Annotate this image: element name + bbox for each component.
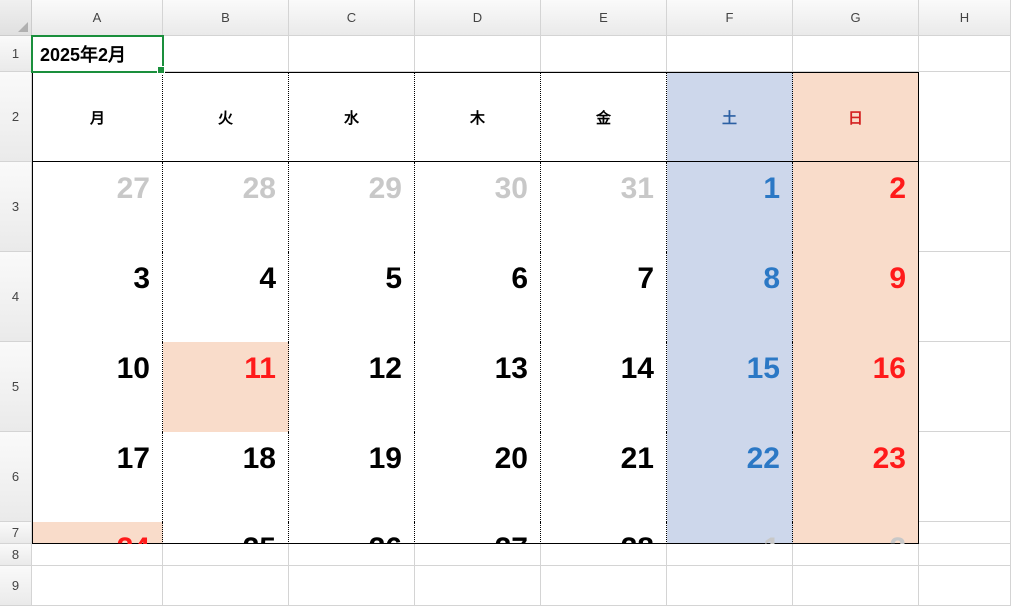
day-w1-sat[interactable]: 1 [667, 162, 793, 252]
cell-G9[interactable] [793, 566, 919, 606]
dow-tue[interactable]: 火 [163, 72, 289, 162]
day-w5-sun[interactable]: 2 [793, 522, 919, 544]
day-w4-tue[interactable]: 18 [163, 432, 289, 522]
cell-D8[interactable] [415, 544, 541, 566]
cell-H6[interactable] [919, 432, 1011, 522]
day-w1-wed[interactable]: 29 [289, 162, 415, 252]
day-w4-sun[interactable]: 23 [793, 432, 919, 522]
row-header-5[interactable]: 5 [0, 342, 32, 432]
cell-H3[interactable] [919, 162, 1011, 252]
col-header-A[interactable]: A [32, 0, 163, 36]
day-w5-tue[interactable]: 25 [163, 522, 289, 544]
col-header-C[interactable]: C [289, 0, 415, 36]
cell-F8[interactable] [667, 544, 793, 566]
day-w2-fri[interactable]: 7 [541, 252, 667, 342]
day-w2-tue[interactable]: 4 [163, 252, 289, 342]
dow-wed[interactable]: 水 [289, 72, 415, 162]
cell-H1[interactable] [919, 36, 1011, 72]
row-header-2[interactable]: 2 [0, 72, 32, 162]
day-w3-tue[interactable]: 11 [163, 342, 289, 432]
cell-G8[interactable] [793, 544, 919, 566]
row-header-7[interactable]: 7 [0, 522, 32, 544]
row-header-1[interactable]: 1 [0, 36, 32, 72]
dow-mon[interactable]: 月 [32, 72, 163, 162]
cell-H5[interactable] [919, 342, 1011, 432]
day-w4-wed[interactable]: 19 [289, 432, 415, 522]
cell-D1[interactable] [415, 36, 541, 72]
cell-B9[interactable] [163, 566, 289, 606]
col-header-H[interactable]: H [919, 0, 1011, 36]
cell-H8[interactable] [919, 544, 1011, 566]
col-header-G[interactable]: G [793, 0, 919, 36]
cell-F9[interactable] [667, 566, 793, 606]
cell-A1[interactable]: 2025年2月 [32, 36, 163, 72]
cell-E1[interactable] [541, 36, 667, 72]
calendar-title: 2025年2月 [32, 36, 162, 71]
day-w2-mon[interactable]: 3 [32, 252, 163, 342]
row-header-4[interactable]: 4 [0, 252, 32, 342]
day-w2-sun[interactable]: 9 [793, 252, 919, 342]
cell-H9[interactable] [919, 566, 1011, 606]
col-header-B[interactable]: B [163, 0, 289, 36]
day-w1-thu[interactable]: 30 [415, 162, 541, 252]
day-w3-wed[interactable]: 12 [289, 342, 415, 432]
day-w3-sat[interactable]: 15 [667, 342, 793, 432]
day-w4-sat[interactable]: 22 [667, 432, 793, 522]
cell-G1[interactable] [793, 36, 919, 72]
day-w5-wed[interactable]: 26 [289, 522, 415, 544]
day-w4-mon[interactable]: 17 [32, 432, 163, 522]
day-w5-sat[interactable]: 1 [667, 522, 793, 544]
dow-fri[interactable]: 金 [541, 72, 667, 162]
day-w4-fri[interactable]: 21 [541, 432, 667, 522]
day-w1-mon[interactable]: 27 [32, 162, 163, 252]
day-w3-mon[interactable]: 10 [32, 342, 163, 432]
day-w3-thu[interactable]: 13 [415, 342, 541, 432]
cell-D9[interactable] [415, 566, 541, 606]
cell-C8[interactable] [289, 544, 415, 566]
dow-thu[interactable]: 木 [415, 72, 541, 162]
day-w1-sun[interactable]: 2 [793, 162, 919, 252]
cell-A8[interactable] [32, 544, 163, 566]
row-header-3[interactable]: 3 [0, 162, 32, 252]
day-w3-fri[interactable]: 14 [541, 342, 667, 432]
cell-B8[interactable] [163, 544, 289, 566]
cell-C1[interactable] [289, 36, 415, 72]
day-w1-fri[interactable]: 31 [541, 162, 667, 252]
cell-B1[interactable] [163, 36, 289, 72]
dow-sat[interactable]: 土 [667, 72, 793, 162]
cell-E8[interactable] [541, 544, 667, 566]
col-header-E[interactable]: E [541, 0, 667, 36]
cell-H4[interactable] [919, 252, 1011, 342]
day-w5-thu[interactable]: 27 [415, 522, 541, 544]
select-all-corner[interactable] [0, 0, 32, 36]
day-w1-tue[interactable]: 28 [163, 162, 289, 252]
day-w2-thu[interactable]: 6 [415, 252, 541, 342]
cell-C9[interactable] [289, 566, 415, 606]
day-w5-mon[interactable]: 24 [32, 522, 163, 544]
cell-H2[interactable] [919, 72, 1011, 162]
col-header-F[interactable]: F [667, 0, 793, 36]
row-header-6[interactable]: 6 [0, 432, 32, 522]
day-w2-sat[interactable]: 8 [667, 252, 793, 342]
cell-F1[interactable] [667, 36, 793, 72]
day-w5-fri[interactable]: 28 [541, 522, 667, 544]
day-w2-wed[interactable]: 5 [289, 252, 415, 342]
col-header-D[interactable]: D [415, 0, 541, 36]
cell-A9[interactable] [32, 566, 163, 606]
cell-H7[interactable] [919, 522, 1011, 544]
spreadsheet[interactable]: A B C D E F G H 1 2025年2月 2 月 火 水 木 金 土 … [0, 0, 1018, 606]
row-header-9[interactable]: 9 [0, 566, 32, 606]
day-w4-thu[interactable]: 20 [415, 432, 541, 522]
cell-E9[interactable] [541, 566, 667, 606]
row-header-8[interactable]: 8 [0, 544, 32, 566]
dow-sun[interactable]: 日 [793, 72, 919, 162]
day-w3-sun[interactable]: 16 [793, 342, 919, 432]
